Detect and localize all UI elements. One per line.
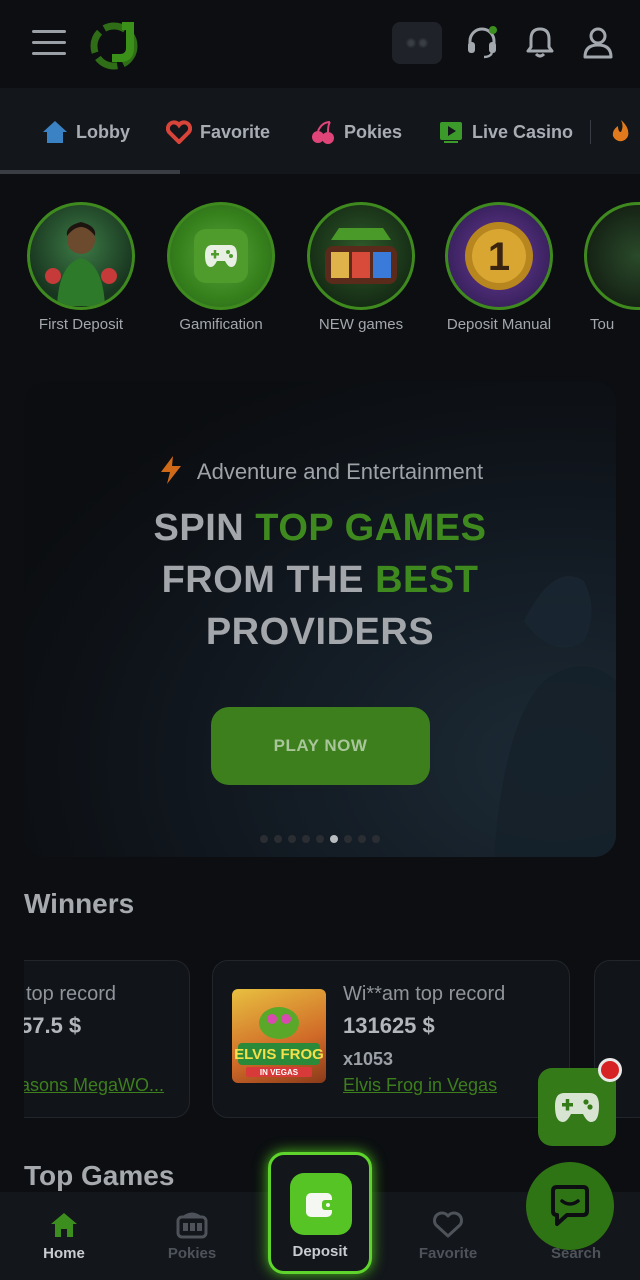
carousel-dot[interactable] — [302, 835, 310, 843]
tab-label: Favorite — [418, 1244, 478, 1262]
headline-accent: BEST — [375, 559, 479, 601]
carousel-dot[interactable] — [344, 835, 352, 843]
story-label: Deposit Manual — [446, 316, 552, 333]
carousel-dot[interactable] — [330, 835, 338, 843]
tab-hot[interactable] — [608, 118, 634, 146]
tab-indicator — [0, 170, 180, 174]
story-thumbnail: 1 — [445, 202, 553, 310]
story-thumbnail — [584, 202, 640, 310]
cherry-icon — [310, 119, 336, 145]
hamburger-icon[interactable] — [32, 28, 66, 58]
promo-banner[interactable]: Adventure and Entertainment SPIN TOP GAM… — [24, 381, 616, 857]
home-icon — [42, 119, 68, 145]
tab-label: Pokies — [344, 121, 403, 142]
banner-subtitle-text: Adventure and Entertainment — [196, 459, 484, 484]
wallet-icon — [290, 1173, 352, 1235]
tab-lobby[interactable]: Lobby — [42, 118, 130, 146]
notification-badge — [598, 1058, 622, 1082]
gamepad-icon — [194, 229, 248, 283]
gamepad-icon — [555, 1093, 599, 1122]
winner-amount: 57.5 $ — [24, 1013, 82, 1038]
story-thumbnail — [307, 202, 415, 310]
heart-icon — [433, 1211, 463, 1237]
tab-label: Live Casino — [472, 121, 574, 142]
story-gamification[interactable]: Gamification — [166, 202, 276, 333]
winner-game-link[interactable]: asons MegaWO... — [24, 1075, 164, 1096]
tab-pokies[interactable]: Pokies — [128, 1192, 256, 1280]
winner-card[interactable]: top record 57.5 $ asons MegaWO... — [24, 960, 190, 1118]
banner-headline-1: SPIN TOP GAMES — [24, 507, 616, 550]
headline-text: SPIN — [153, 507, 256, 549]
thumb-title: ELVIS FROG — [234, 1046, 324, 1063]
tab-favorite[interactable]: Favorite — [166, 118, 270, 146]
carousel-dot[interactable] — [358, 835, 366, 843]
top-games-title: Top Games — [24, 1160, 175, 1191]
tab-favorite[interactable]: Favorite — [384, 1192, 512, 1280]
winner-amount: 131625 $ — [343, 1013, 435, 1038]
winner-multiplier: x1053 — [343, 1049, 394, 1069]
svg-text:1: 1 — [488, 235, 510, 279]
carousel-dot[interactable] — [288, 835, 296, 843]
lightning-icon — [160, 456, 181, 484]
carousel-dot[interactable] — [260, 835, 268, 843]
user-icon[interactable] — [578, 22, 618, 62]
slot-machine-icon — [176, 1212, 208, 1238]
headline-text: FROM THE — [161, 559, 376, 601]
story-first-deposit[interactable]: First Deposit — [26, 202, 136, 333]
story-thumbnail — [167, 202, 275, 310]
story-new-games[interactable]: NEW games — [306, 202, 416, 333]
deposit-button[interactable]: Deposit — [268, 1152, 372, 1274]
headset-icon[interactable] — [462, 22, 502, 62]
story-label: Gamification — [179, 316, 263, 333]
story-label: Tou — [590, 316, 615, 333]
chat-bubble-icon — [551, 1185, 589, 1226]
play-icon — [438, 119, 464, 145]
tab-label: Lobby — [76, 121, 130, 142]
deposit-label: Deposit — [292, 1243, 348, 1260]
tab-pokies[interactable]: Pokies — [310, 118, 402, 146]
story-tournaments[interactable]: Tou — [584, 202, 640, 333]
live-chat-button[interactable] — [526, 1162, 614, 1250]
banner-headline-2: FROM THE BEST — [24, 559, 616, 602]
headline-accent: TOP GAMES — [255, 507, 487, 549]
tab-label: Favorite — [200, 121, 271, 142]
thumb-subtitle: IN VEGAS — [260, 1068, 299, 1077]
story-deposit-manual[interactable]: 1 Deposit Manual — [444, 202, 554, 333]
j-logo-icon[interactable] — [88, 16, 144, 72]
carousel-dot[interactable] — [274, 835, 282, 843]
balance-pill[interactable] — [392, 22, 442, 64]
heart-icon — [166, 119, 192, 145]
flame-icon — [608, 119, 634, 145]
game-widget-button[interactable] — [538, 1058, 622, 1146]
winners-title: Winners — [24, 888, 135, 919]
divider — [590, 120, 591, 144]
home-icon — [51, 1212, 77, 1237]
story-label: NEW games — [318, 316, 404, 333]
winner-card[interactable]: ELVIS FROG IN VEGAS Wi**am top record 13… — [212, 960, 570, 1118]
tab-home[interactable]: Home — [0, 1192, 128, 1280]
play-now-button[interactable]: PLAY NOW — [211, 707, 430, 785]
carousel-dot[interactable] — [372, 835, 380, 843]
carousel-dot[interactable] — [316, 835, 324, 843]
story-thumbnail — [27, 202, 135, 310]
tab-label: Pokies — [167, 1244, 217, 1262]
carousel-dots — [24, 835, 616, 843]
winner-player: top record — [26, 983, 117, 1005]
winner-player: Wi**am top record — [343, 983, 506, 1005]
story-label: First Deposit — [38, 316, 124, 333]
game-thumbnail[interactable]: ELVIS FROG IN VEGAS — [232, 989, 326, 1083]
category-bar: Lobby Favorite Pokies Live Casino — [0, 88, 640, 174]
banner-headline-3: PROVIDERS — [205, 611, 435, 653]
bell-icon[interactable] — [520, 22, 560, 62]
winner-game-link[interactable]: Elvis Frog in Vegas — [343, 1075, 497, 1096]
banner-subtitle: Adventure and Entertainment — [24, 455, 616, 485]
tab-label: Home — [43, 1244, 85, 1262]
header — [0, 0, 640, 88]
tab-live-casino[interactable]: Live Casino — [438, 118, 573, 146]
